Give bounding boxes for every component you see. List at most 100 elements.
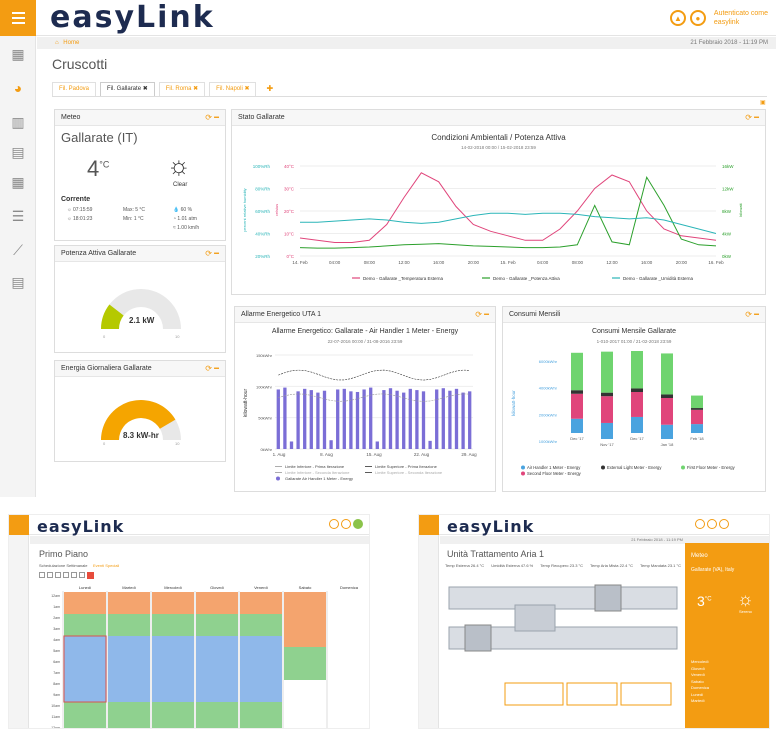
schedule-block <box>284 592 326 647</box>
y-tick-power: 0kW <box>722 254 732 259</box>
tab-padova[interactable]: Fil. Padova <box>52 82 97 96</box>
calendar-icon[interactable]: ▦ <box>8 172 28 192</box>
sidebar <box>419 535 439 728</box>
tab-napoli[interactable]: Fil. Napoli ✖ <box>209 82 257 96</box>
schedule-block <box>196 702 238 728</box>
report-icon[interactable]: ▤ <box>8 272 28 292</box>
city: Gallarate (VA), Italy <box>691 567 735 573</box>
line-chart-icon[interactable]: ⟋ <box>8 240 28 260</box>
ahu-recovery <box>514 604 556 632</box>
y-tick-power: 12kW <box>722 187 734 192</box>
ahu-readings: Temp Esterna 26.4 °C Umidità Esterna 47.… <box>445 563 681 568</box>
x-tick: 8. Aug <box>320 452 333 457</box>
x-tick: 16:00 <box>433 260 445 265</box>
bar-segment <box>571 418 583 433</box>
bar-segment <box>601 351 613 393</box>
bar <box>415 390 419 449</box>
add-tab-button[interactable]: ✚ <box>260 82 280 96</box>
meteo-title: Meteo <box>691 553 708 559</box>
tool-icon[interactable] <box>47 572 53 578</box>
tab-gallarate[interactable]: Fil. Gallarate ✖ <box>100 82 155 96</box>
notification-icon[interactable]: ▲ <box>669 10 686 26</box>
panel-tools[interactable]: ⟳ ━ <box>205 110 219 126</box>
user-box[interactable]: ▲ ● Autenticato come easylink <box>669 5 768 31</box>
tool-icon[interactable] <box>71 572 77 578</box>
panel-title: Allarme Energetico UTA 1 <box>235 307 495 323</box>
panel-tools[interactable]: ⟳ ━ <box>205 361 219 377</box>
ahu-screen: easyLink 21 Febbraio 2018 - 11:19 PM Uni… <box>418 514 770 729</box>
bar-segment <box>631 392 643 417</box>
bar-segment <box>661 424 673 439</box>
top-bar: easyLink <box>419 515 769 536</box>
tool-icon[interactable] <box>39 572 45 578</box>
notification-icon[interactable] <box>329 519 339 529</box>
schedule-block <box>152 592 194 614</box>
day-header: Giovedì <box>210 585 224 590</box>
tool-icon[interactable] <box>79 572 85 578</box>
legend-label: Limite Inferiore - Prima Iterazione <box>285 464 345 469</box>
tab-schedule[interactable]: Schedulazione Settimanale <box>39 563 87 568</box>
settings-icon[interactable] <box>719 519 729 529</box>
upper-limit-line <box>278 369 470 381</box>
delete-icon[interactable] <box>87 572 94 579</box>
app-logo: easyLink <box>447 517 535 536</box>
page-title: Unità Trattamento Aria 1 <box>447 549 545 559</box>
tab-roma[interactable]: Fil. Roma ✖ <box>158 82 206 96</box>
document-icon[interactable]: ▤ <box>8 142 28 162</box>
bar <box>296 391 300 449</box>
settings-icon[interactable]: ▣ <box>760 99 766 106</box>
stato-panel: Stato Gallarate ⟳ ━ Condizioni Ambiental… <box>231 109 766 295</box>
schedule-grid[interactable]: Lunedì Martedì Mercoledì Giovedì Venerdì Saba… <box>39 583 370 729</box>
legend-label: Demo - Gallarate _Umidità Esterna <box>623 276 694 281</box>
temperature: 4°C <box>87 156 110 181</box>
home-icon[interactable]: ⌂ <box>55 40 59 46</box>
database-icon[interactable]: ☰ <box>8 206 28 226</box>
menu-icon[interactable] <box>9 515 29 535</box>
x-tick: Feb '18 <box>690 436 704 441</box>
user-icon[interactable] <box>341 519 351 529</box>
gauge-value: 8.3 kW-hr <box>123 431 159 440</box>
schedule-block <box>284 647 326 680</box>
panel-title: Meteo <box>55 110 225 126</box>
notification-icon[interactable] <box>695 519 705 529</box>
panel-title: Potenza Attiva Gallarate <box>55 246 225 262</box>
bar <box>283 387 287 449</box>
user-icon[interactable]: ● <box>689 10 706 26</box>
schedule-block <box>240 636 282 702</box>
hour-label: 4am <box>53 638 60 642</box>
tab-special-events[interactable]: Eventi Speciali <box>93 563 119 568</box>
schedule-block <box>64 702 106 728</box>
user-icons[interactable] <box>329 519 363 529</box>
menu-icon[interactable] <box>0 0 36 36</box>
menu-icon[interactable] <box>419 515 439 535</box>
bar-segment <box>601 392 613 397</box>
bar-chart: 150kWhr 100kWhr 50kWhr 0kWhr kilowatt-hour 1.… <box>243 353 477 481</box>
panel-tools[interactable]: ⟳ ━ <box>205 246 219 262</box>
day-header: Martedì <box>122 585 136 590</box>
user-icons[interactable] <box>695 519 729 529</box>
tool-icon[interactable] <box>63 572 69 578</box>
panel-tools[interactable]: ⟳ ━ <box>745 307 759 323</box>
panel-tools[interactable]: ⟳ ━ <box>475 307 489 323</box>
user-icon[interactable] <box>707 519 717 529</box>
status-icon[interactable] <box>353 519 363 529</box>
panel-tools[interactable]: ⟳ ━ <box>745 110 759 126</box>
gauge-min: 0 <box>103 334 106 339</box>
dashboard-screen: easyLink ▲ ● Autenticato come easylink ▦… <box>0 0 776 497</box>
tab-bar: Fil. Padova Fil. Gallarate ✖ Fil. Roma ✖… <box>52 82 280 96</box>
breadcrumb-home[interactable]: Home <box>63 40 79 46</box>
bar-segment <box>691 424 703 433</box>
schedule-block <box>196 592 238 614</box>
x-tick: 12:00 <box>398 260 410 265</box>
hour-label: 2am <box>53 616 60 620</box>
sitemap-icon[interactable]: ▦ <box>8 44 28 64</box>
legend-swatch <box>521 471 525 476</box>
building-icon[interactable]: ▥ <box>8 112 28 132</box>
chart-subtitle: 1-010-2017 01:00 / 21-02-2018 23:59 <box>596 339 672 344</box>
dashboard-icon[interactable]: ◕ <box>8 78 28 98</box>
legend-label: Limite Superiore - Prima Iterazione <box>375 464 438 469</box>
x-tick: 16. Feb <box>708 260 724 265</box>
hour-label: 12pm <box>51 726 60 729</box>
tool-icon[interactable] <box>55 572 61 578</box>
hour-label: 3am <box>53 627 60 631</box>
